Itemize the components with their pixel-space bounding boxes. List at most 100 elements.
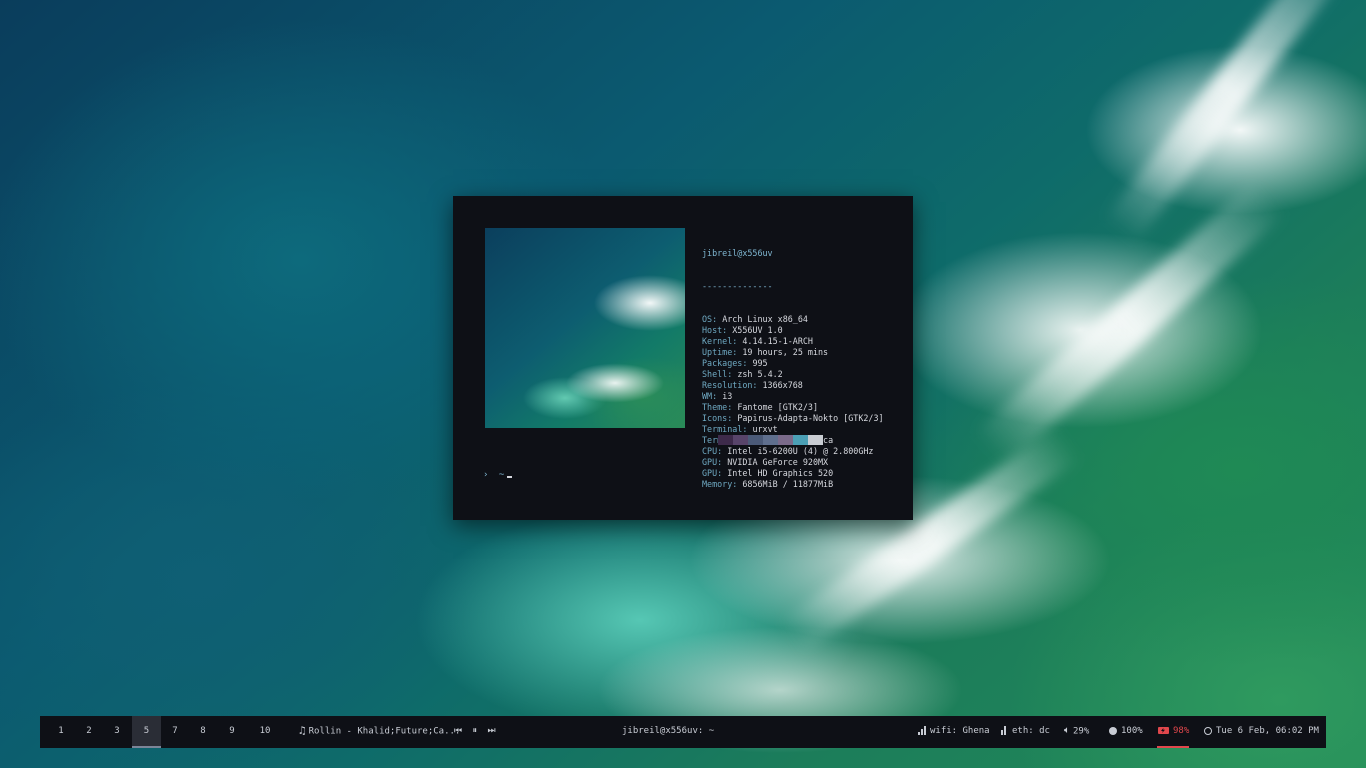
info-row: Icons: Papirus-Adapta-Nokto [GTK2/3] [702,413,884,423]
info-value: 995 [752,358,768,368]
info-row: Uptime: 19 hours, 25 mins [702,347,829,357]
palette-swatch [778,435,793,445]
info-value: i3 [722,391,733,401]
info-value: 1366x768 [762,380,803,390]
battery-status[interactable]: 98% [1158,716,1189,746]
terminal-window[interactable]: jibreil@x556uv -------------- OS: Arch L… [453,196,913,520]
info-row: Theme: Fantome [GTK2/3] [702,402,818,412]
cursor [507,476,513,478]
info-key: Theme [702,402,728,412]
datetime-text: Tue 6 Feb, 06:02 PM [1216,726,1319,736]
workspace-8[interactable]: 8 [190,716,216,748]
info-value: Arch Linux x86_64 [722,314,808,324]
info-key: CPU [702,446,718,456]
palette-swatch [733,435,748,445]
window-title: jibreil@x556uv: ~ [622,726,715,736]
info-key: WM [702,391,713,401]
info-value: 19 hours, 25 mins [742,347,829,357]
info-key: Shell [702,369,728,379]
speaker-icon: 🔈︎ [1064,725,1070,736]
info-value: Intel i5-6200U (4) @ 2.800GHz [727,446,874,456]
info-value: zsh 5.4.2 [737,369,783,379]
wallpaper-foam [973,178,1287,468]
palette-swatch [748,435,763,445]
workspace-1[interactable]: 1 [48,716,74,748]
shell-prompt[interactable]: › ~ [483,470,513,480]
ethernet-status[interactable]: eth: dc [1001,716,1050,746]
workspace-7[interactable]: 7 [162,716,188,748]
pause-icon[interactable]: ⏸ [473,726,479,736]
info-row: Terminal: urxvt [702,424,778,434]
info-value: Fantome [GTK2/3] [737,402,818,412]
music-note-icon: ♫ [299,724,306,737]
info-value: 6856MiB / 11877MiB [742,479,834,489]
color-palette [718,435,823,445]
info-key: Terminal [702,424,743,434]
info-value: Papirus-Adapta-Nokto [GTK2/3] [737,413,884,423]
workspace-3[interactable]: 3 [104,716,130,748]
info-key: OS [702,314,713,324]
palette-swatch [808,435,823,445]
now-playing[interactable]: ♫ Rollin - Khalid;Future;Ca... [299,716,460,747]
prompt-path: ~ [498,470,505,480]
volume-status[interactable]: 🔈︎ 29% [1064,716,1089,747]
previous-track-icon[interactable]: ⏮ [454,726,463,736]
signal-bars-icon [918,726,926,735]
info-key: GPU [702,468,718,478]
eth-text: eth: dc [1012,726,1050,736]
user-host: jibreil@x556uv [702,248,773,258]
clock-icon [1204,726,1212,735]
wallpaper-thumbnail [485,228,685,428]
info-key: GPU [702,457,718,467]
neofetch-info: jibreil@x556uv -------------- OS: Arch L… [702,226,884,490]
status-bar: 1 2 3 5 7 8 9 10 ♫ Rollin - Khalid;Future;Ca... … [40,716,1326,748]
info-row: Kernel: 4.14.15-1-ARCH [702,336,813,346]
info-row: WM: i3 [702,391,733,401]
info-row: Resolution: 1366x768 [702,380,803,390]
wallpaper-foam [1103,0,1357,245]
info-row: GPU: Intel HD Graphics 520 [702,468,834,478]
info-row: CPU: Intel i5-6200U (4) @ 2.800GHz [702,446,874,456]
palette-swatch [763,435,778,445]
ethernet-icon [1001,726,1008,735]
volume-text: 29% [1073,726,1090,737]
info-key: Packages [702,358,743,368]
info-value: X556UV 1.0 [732,325,783,335]
info-row: OS: Arch Linux x86_64 [702,314,808,324]
workspace-5[interactable]: 5 [132,716,161,748]
info-key: Memory [702,479,733,489]
info-value: 4.14.15-1-ARCH [742,336,813,346]
info-row: GPU: NVIDIA GeForce 920MX [702,457,829,467]
prompt-arrow: › [483,470,489,480]
workspace-10[interactable]: 10 [248,716,282,748]
info-row: Packages: 995 [702,358,768,368]
brightness-text: 100% [1121,726,1143,736]
separator-line: -------------- [702,281,773,291]
wifi-text: wifi: Ghena [930,726,990,736]
wifi-status[interactable]: wifi: Ghena [918,716,990,746]
workspace-9[interactable]: 9 [219,716,245,748]
next-track-icon[interactable]: ⏭ [487,726,496,736]
info-key: Uptime [702,347,733,357]
info-key: Resolution [702,380,753,390]
info-key: Icons [702,413,728,423]
battery-text: 98% [1173,726,1190,736]
media-controls: ⏮ ⏸ ⏭ [454,716,497,746]
battery-underline [1157,746,1189,748]
brightness-icon [1109,726,1117,735]
clock[interactable]: Tue 6 Feb, 06:02 PM [1204,716,1319,746]
info-value: Intel HD Graphics 520 [727,468,834,478]
info-key: Kernel [702,336,733,346]
now-playing-text: Rollin - Khalid;Future;Ca... [308,726,461,737]
info-key: Host [702,325,723,335]
info-row: Host: X556UV 1.0 [702,325,783,335]
info-row: Shell: zsh 5.4.2 [702,369,783,379]
palette-swatch [793,435,808,445]
info-value: NVIDIA GeForce 920MX [727,457,829,467]
workspace-2[interactable]: 2 [76,716,102,748]
info-value: urxvt [752,424,778,434]
battery-charging-icon [1158,727,1169,734]
info-row: Memory: 6856MiB / 11877MiB [702,479,834,489]
brightness-status[interactable]: 100% [1109,716,1143,746]
palette-swatch [718,435,733,445]
